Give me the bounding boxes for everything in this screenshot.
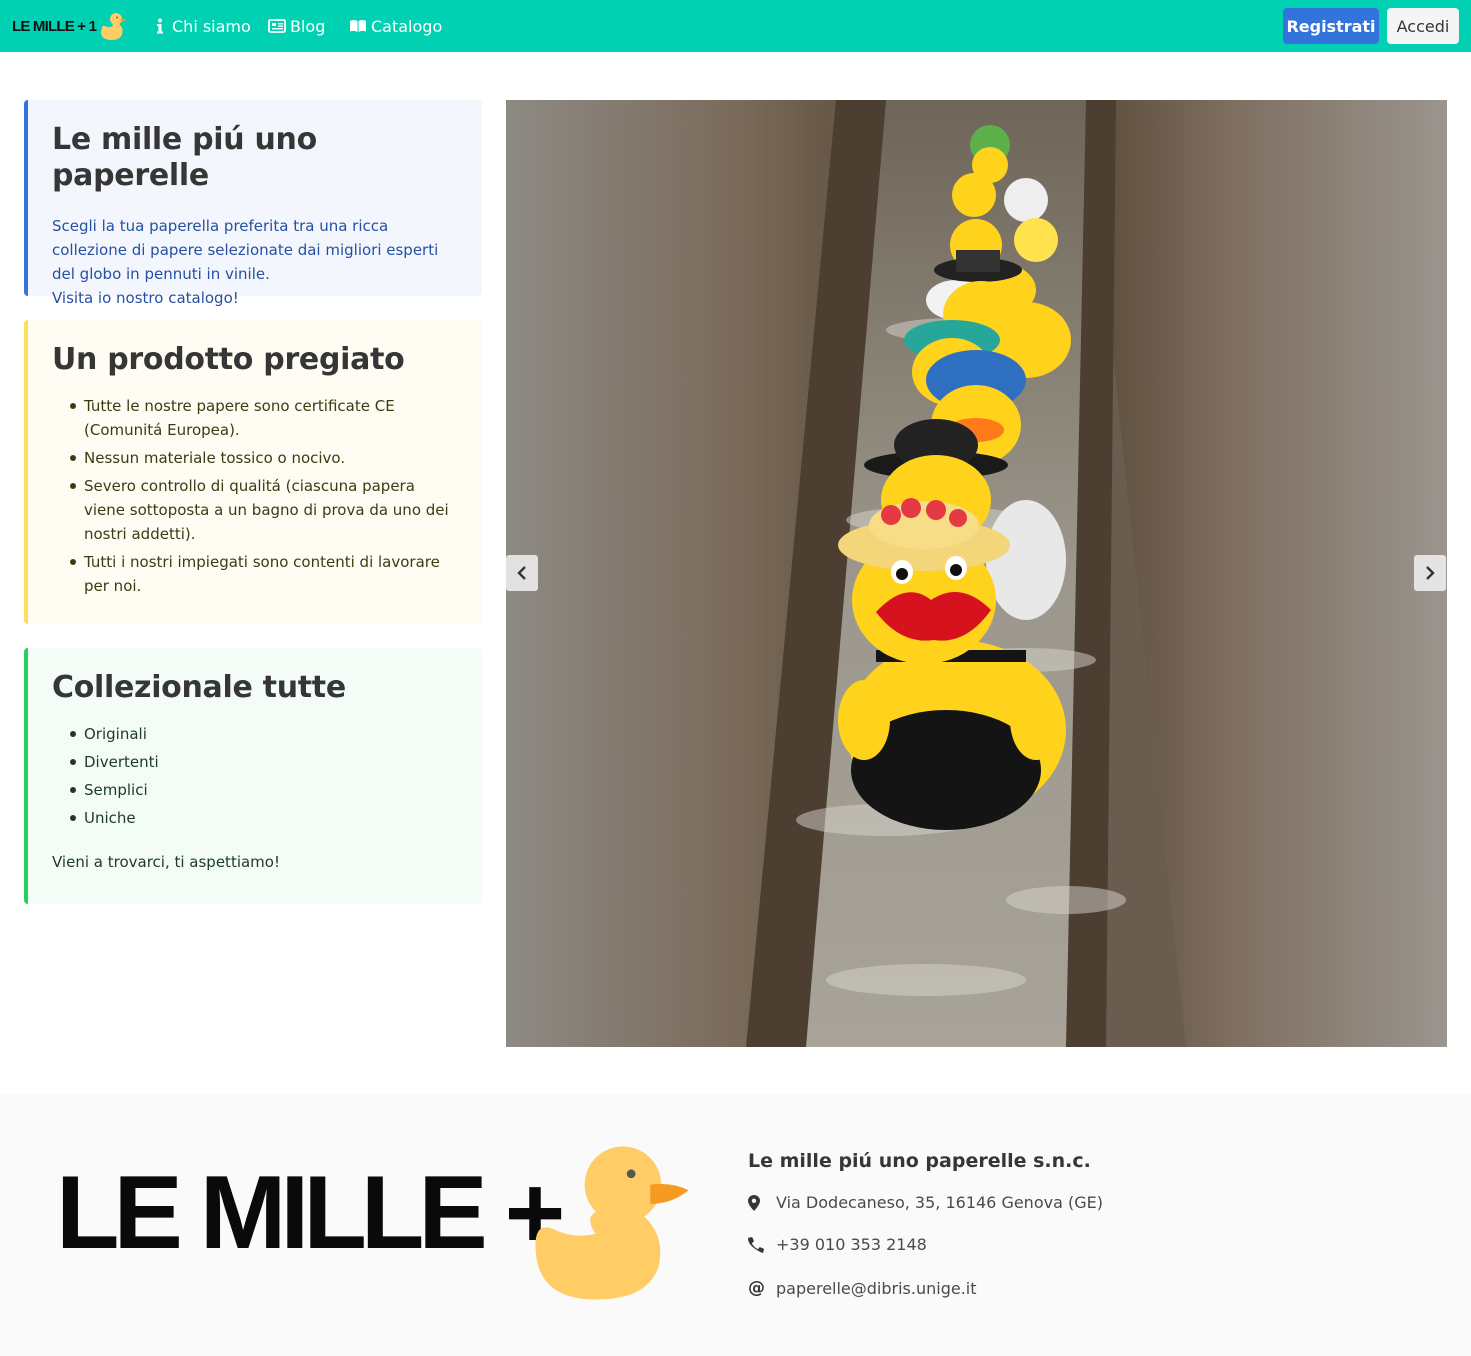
- carousel-prev-button[interactable]: [506, 555, 538, 591]
- carousel: [506, 100, 1447, 1047]
- address-text: Via Dodecaneso, 35, 16146 Genova (GE): [776, 1193, 1103, 1212]
- collect-title: Collezionale tutte: [52, 670, 346, 705]
- quality-card: Un prodotto pregiato Tutte le nostre pap…: [24, 320, 482, 624]
- map-marker-icon: [748, 1194, 776, 1211]
- list-item: Nessun materiale tossico o nocivo.: [68, 446, 458, 470]
- collect-list: Originali Divertenti Semplici Uniche: [52, 722, 458, 830]
- at-icon: @: [748, 1278, 765, 1298]
- register-button[interactable]: Registrati: [1283, 8, 1379, 44]
- nav-catalogo[interactable]: Catalogo: [349, 15, 442, 37]
- list-item: Divertenti: [68, 750, 458, 774]
- intro-card: Le mille piú uno paperelle Scegli la tua…: [24, 100, 482, 307]
- contact-phone: +39 010 353 2148: [748, 1235, 927, 1254]
- nav-blog[interactable]: Blog: [268, 15, 325, 37]
- list-item: Severo controllo di qualitá (ciascuna pa…: [68, 474, 458, 546]
- contact-email: @ paperelle@dibris.unige.it: [748, 1278, 977, 1298]
- intro-text: Scegli la tua paperella preferita tra un…: [52, 214, 458, 310]
- collect-card: Collezionale tutte Originali Divertenti …: [24, 648, 482, 904]
- list-item: Semplici: [68, 778, 458, 802]
- brand-logo[interactable]: LE MILLE + 1: [12, 10, 128, 42]
- nav-catalogo-label: Catalogo: [371, 16, 443, 36]
- nav-blog-label: Blog: [290, 16, 326, 36]
- nav-chi-siamo[interactable]: Chi siamo: [156, 15, 251, 37]
- carousel-photo: [506, 100, 1447, 1047]
- list-item: Tutte le nostre papere sono certificate …: [68, 394, 458, 442]
- collect-closing: Vieni a trovarci, ti aspettiamo!: [52, 853, 280, 871]
- navbar: LE MILLE + 1 Chi siamo Blog Catalogo Reg…: [0, 0, 1471, 52]
- book-icon: [349, 19, 367, 33]
- phone-text[interactable]: +39 010 353 2148: [776, 1235, 927, 1254]
- list-item: Tutti i nostri impiegati sono contenti d…: [68, 550, 458, 598]
- info-icon: [156, 18, 164, 34]
- chevron-left-icon: [517, 566, 526, 580]
- duck-logo-icon: [535, 1146, 689, 1300]
- carousel-next-button[interactable]: [1414, 555, 1446, 591]
- login-button[interactable]: Accedi: [1387, 8, 1459, 44]
- chevron-right-icon: [1426, 566, 1435, 580]
- brand-text: LE MILLE + 1: [12, 17, 97, 35]
- newspaper-icon: [268, 19, 286, 33]
- quality-title: Un prodotto pregiato: [52, 342, 405, 377]
- intro-description: Scegli la tua paperella preferita tra un…: [52, 217, 439, 283]
- company-name: Le mille piú uno paperelle s.n.c.: [748, 1150, 1091, 1172]
- list-item: Uniche: [68, 806, 458, 830]
- list-item: Originali: [68, 722, 458, 746]
- intro-title: Le mille piú uno paperelle: [52, 122, 317, 193]
- phone-icon: [748, 1236, 776, 1253]
- duck-icon: [101, 13, 128, 40]
- email-text[interactable]: paperelle@dibris.unige.it: [776, 1279, 977, 1298]
- quality-list: Tutte le nostre papere sono certificate …: [52, 394, 458, 598]
- catalog-link[interactable]: Visita io nostro catalogo!: [52, 289, 239, 307]
- nav-chi-siamo-label: Chi siamo: [172, 16, 251, 36]
- contact-address: Via Dodecaneso, 35, 16146 Genova (GE): [748, 1193, 1103, 1212]
- footer: LE MILLE + 1 Le mille piú uno paperelle …: [0, 1095, 1471, 1356]
